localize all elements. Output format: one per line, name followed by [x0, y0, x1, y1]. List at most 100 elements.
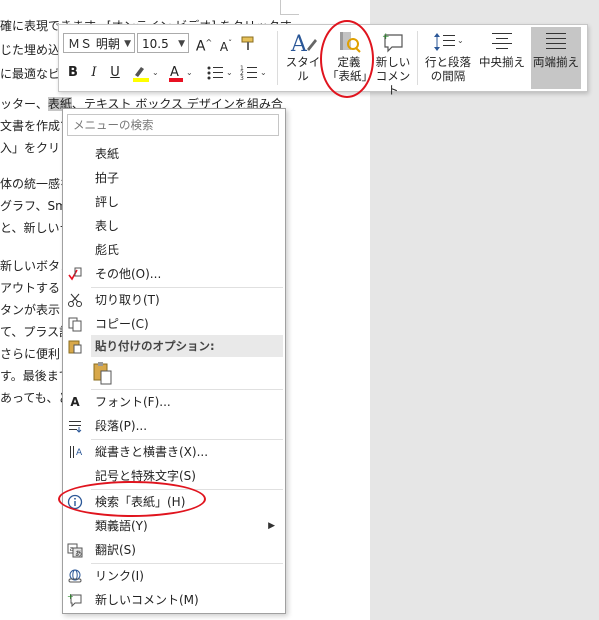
chevron-down-icon: ▼ — [124, 39, 131, 49]
new-comment-icon: + — [67, 592, 83, 608]
paste-options-label-bg: 貼り付けのオプション: — [91, 335, 283, 357]
submenu-arrow-icon: ▶ — [268, 521, 275, 531]
clipboard-icon — [67, 338, 83, 354]
paragraph-item[interactable]: 段落(P)... — [63, 414, 283, 438]
suggestion-item[interactable]: 拍子 — [63, 166, 283, 190]
center-align-button[interactable]: 中央揃え — [477, 29, 527, 69]
new-comment-label: 新しいコメント(M) — [95, 593, 199, 607]
define-book-icon — [340, 32, 361, 53]
italic-button[interactable]: I — [86, 64, 102, 82]
translate-item[interactable]: aあ 翻訳(S) — [63, 538, 283, 562]
svg-text:⌄: ⌄ — [226, 68, 233, 77]
doc-line: アウトする — [0, 281, 61, 295]
new-comment-label-line2: コメント — [375, 69, 411, 97]
link-icon — [67, 568, 83, 584]
thesaurus-label: 類義語(Y) — [95, 519, 148, 533]
grow-font-button[interactable]: A^ — [195, 34, 213, 56]
mini-toolbar: ＭＳ 明朝 ▼ 10.5 ▼ A^ Aˇ B I U ⌄ A ⌄ ⌄ 1 2 3… — [58, 24, 588, 97]
new-comment-item[interactable]: + 新しいコメント(M) — [63, 588, 283, 612]
svg-text:⌄: ⌄ — [457, 36, 464, 45]
bullets-button[interactable]: ⌄ — [205, 63, 233, 89]
numbering-button[interactable]: 1 2 3 ⌄ — [239, 63, 267, 89]
svg-text:⌄: ⌄ — [260, 68, 267, 77]
numbering-icon: 1 2 3 ⌄ — [240, 65, 267, 82]
new-comment-button[interactable]: + 新しい コメント — [373, 29, 413, 97]
suggestion-label: 評し — [95, 195, 120, 209]
styles-button[interactable]: A スタイル — [281, 29, 325, 83]
cut-item[interactable]: 切り取り(T) — [63, 288, 283, 312]
scissors-icon — [67, 292, 83, 308]
translate-label: 翻訳(S) — [95, 543, 136, 557]
suggestion-item[interactable]: 彪氏 — [63, 238, 283, 262]
paragraph-icon — [67, 418, 83, 434]
format-painter-button[interactable] — [239, 34, 257, 58]
new-comment-label-line1: 新しい — [375, 55, 411, 69]
thesaurus-item[interactable]: 類義語(Y) ▶ — [63, 514, 283, 538]
symbols-item[interactable]: 記号と特殊文字(S) — [63, 464, 283, 488]
bullets-icon: ⌄ — [207, 66, 233, 80]
align-center-icon — [492, 33, 512, 49]
more-label: その他(O)... — [95, 267, 162, 281]
line-spacing-label-line1: 行と段落 — [425, 55, 471, 69]
paste-options-label: 貼り付けのオプション: — [95, 339, 215, 353]
styles-icon: A — [290, 32, 317, 55]
svg-text:+: + — [67, 592, 74, 601]
font-color-icon: A ⌄ — [169, 65, 193, 82]
link-item[interactable]: リンク(I) — [63, 564, 283, 588]
toolbar-separator — [417, 31, 418, 85]
shrink-font-button[interactable]: Aˇ — [217, 35, 235, 56]
menu-search-input[interactable]: メニューの検索 — [67, 114, 279, 136]
justify-button[interactable]: 両端揃え — [531, 27, 581, 89]
doc-line: て、プラス記 — [0, 325, 72, 339]
svg-text:⌄: ⌄ — [186, 68, 193, 77]
smart-lookup-label: 検索「表紙」(H) — [95, 495, 186, 509]
svg-text:+: + — [382, 32, 390, 42]
cut-label: 切り取り(T) — [95, 293, 160, 307]
doc-line: と、新しいテ — [0, 221, 72, 235]
line-spacing-label-line2: の間隔 — [430, 69, 466, 83]
suggestion-label: 表し — [95, 219, 120, 233]
svg-text:3: 3 — [240, 75, 244, 82]
copy-item[interactable]: コピー(C) — [63, 312, 283, 336]
center-align-label: 中央揃え — [479, 55, 525, 69]
svg-text:A: A — [290, 32, 308, 55]
text-direction-item[interactable]: A 縦書きと横書き(X)... — [63, 440, 283, 464]
suggestion-item[interactable]: 表紙 — [63, 142, 283, 166]
new-comment-icon: + — [382, 32, 403, 53]
font-name-combo[interactable]: ＭＳ 明朝 ▼ — [63, 33, 135, 53]
suggestion-item[interactable]: 評し — [63, 190, 283, 214]
doc-line: さらに便利 — [0, 347, 61, 361]
justify-label: 両端揃え — [533, 55, 579, 69]
align-justify-icon — [546, 33, 566, 49]
toolbar-separator — [277, 31, 278, 85]
suggestion-item[interactable]: 表し — [63, 214, 283, 238]
define-label-line1: 定義 — [337, 55, 361, 69]
page-corner-marker — [280, 0, 299, 15]
suggestion-label: 表紙 — [95, 147, 120, 161]
styles-label: スタイル — [285, 55, 321, 83]
underline-button[interactable]: U — [107, 64, 123, 82]
define-button[interactable]: 定義 「表紙」 — [327, 29, 373, 83]
text-direction-label: 縦書きと横書き(X)... — [95, 445, 209, 459]
svg-text:あ: あ — [75, 550, 82, 558]
line-spacing-button[interactable]: ⌄ 行と段落 の間隔 — [423, 29, 473, 83]
paste-keep-text-button[interactable] — [91, 361, 117, 387]
context-menu: メニューの検索 表紙 拍子 評し 表し 彪氏 その他(O)... 切り取り(T)… — [62, 108, 286, 614]
highlight-button[interactable]: ⌄ — [131, 63, 159, 89]
doc-line: タンが表示 — [0, 303, 61, 317]
copy-icon — [67, 316, 83, 332]
bold-button[interactable]: B — [65, 64, 81, 82]
font-item[interactable]: A フォント(F)... — [63, 390, 283, 414]
font-color-button[interactable]: A ⌄ — [167, 63, 195, 89]
paste-text-only-icon — [93, 362, 112, 385]
suggestion-label: 彪氏 — [95, 243, 120, 257]
more-suggestions-item[interactable]: その他(O)... — [63, 262, 283, 286]
svg-text:A: A — [170, 65, 179, 80]
font-size-combo[interactable]: 10.5 ▼ — [137, 33, 189, 53]
define-label-line2: 「表紙」 — [327, 69, 373, 83]
svg-text:⌄: ⌄ — [152, 68, 159, 77]
smart-lookup-item[interactable]: 検索「表紙」(H) — [63, 490, 283, 514]
line-spacing-icon: ⌄ — [434, 33, 464, 51]
font-label: フォント(F)... — [95, 395, 171, 409]
translate-icon: aあ — [67, 542, 83, 558]
